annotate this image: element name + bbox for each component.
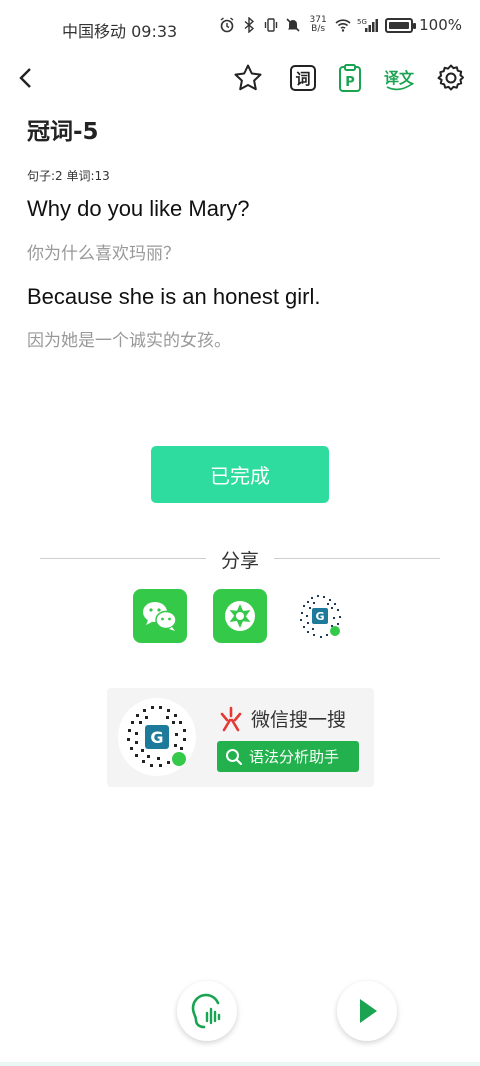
play-button[interactable] (337, 981, 397, 1041)
carrier-time: 中国移动 09:33 (62, 22, 178, 41)
sentence-english[interactable]: Why do you like Mary? (27, 196, 250, 222)
mini-program-card: G 微信搜一搜 语法分析助手 (107, 688, 374, 787)
lesson-title: 冠词-5 (27, 119, 99, 145)
clipboard-p-icon: P (339, 64, 361, 92)
share-wechat-button[interactable] (133, 589, 187, 643)
wifi-icon (335, 19, 351, 32)
svg-text:词: 词 (295, 70, 310, 88)
share-section: 分享 (40, 546, 440, 572)
svg-text:P: P (345, 75, 355, 90)
chevron-left-icon (19, 68, 31, 88)
play-icon (360, 999, 377, 1023)
svg-text:G: G (315, 610, 324, 623)
wechat-icon (143, 602, 177, 631)
share-miniprogram-button[interactable]: G (293, 589, 347, 643)
status-icons: 371 B/s 5G 100% (219, 16, 462, 34)
sentence-english[interactable]: Because she is an honest girl. (27, 284, 321, 310)
share-label: 分享 (220, 550, 259, 572)
mini-program-qr-icon: G (295, 591, 345, 641)
sentence-chinese: 因为她是一个诚实的女孩。 (27, 331, 231, 351)
favorite-button[interactable] (230, 60, 266, 96)
battery-percent: 100% (419, 16, 462, 34)
search-icon (226, 748, 243, 765)
alarm-icon (220, 17, 234, 33)
search-miniprogram-label: 语法分析助手 (249, 748, 340, 766)
wechat-search-label: 微信搜一搜 (217, 705, 346, 732)
sentence-chinese: 你为什么喜欢玛丽？ (27, 244, 180, 264)
gear-icon (437, 64, 464, 91)
signal-icon: 5G (357, 18, 379, 32)
translation-button[interactable]: 译文 (381, 60, 417, 96)
listen-button[interactable] (177, 981, 237, 1041)
status-bar: 中国移动 09:33 371 B/s 5G 100% (0, 0, 480, 58)
share-moments-button[interactable] (213, 589, 267, 643)
battery-icon (385, 17, 417, 33)
settings-button[interactable] (433, 60, 469, 96)
translate-icon: 译文 (384, 69, 415, 91)
phrase-button[interactable]: P (332, 60, 368, 96)
vibrate-icon (264, 18, 278, 32)
bluetooth-icon (244, 17, 255, 33)
vocabulary-button[interactable]: 词 (285, 60, 321, 96)
mini-program-qr-code[interactable]: G (117, 697, 197, 777)
wechat-search-icon (220, 706, 242, 731)
svg-text:5G: 5G (357, 18, 367, 26)
toolbar: 词 P 译文 (0, 56, 480, 102)
svg-text:G: G (150, 728, 163, 747)
vocabulary-icon: 词 (290, 65, 316, 91)
moments-icon (225, 601, 255, 631)
star-icon (234, 64, 262, 91)
lesson-counts: 句子:2 单词:13 (27, 169, 110, 183)
bottom-edge (0, 1062, 480, 1066)
completed-button[interactable]: 已完成 (151, 446, 329, 503)
mute-bell-icon (286, 18, 300, 32)
listen-icon (191, 993, 221, 1029)
wechat-search-text: 微信搜一搜 (251, 709, 347, 731)
network-speed: 371 B/s (309, 15, 327, 34)
search-miniprogram-button[interactable]: 语法分析助手 (217, 741, 359, 772)
back-button[interactable] (8, 60, 44, 96)
